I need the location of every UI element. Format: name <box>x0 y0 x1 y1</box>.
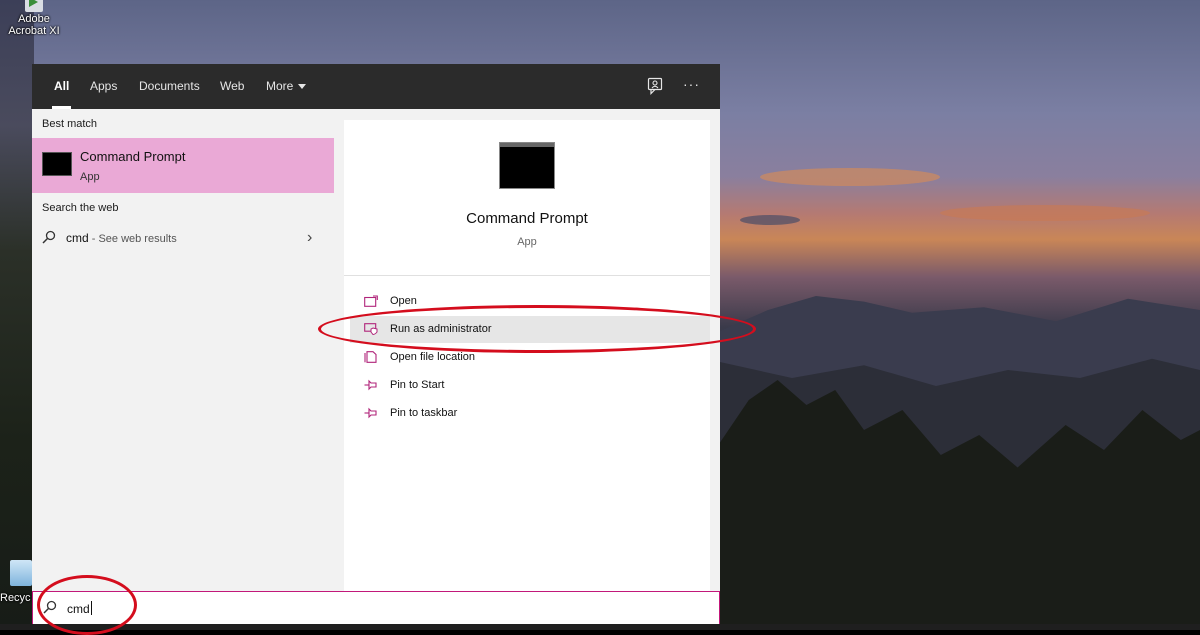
annotation-oval-run-as-administrator <box>318 305 756 353</box>
wallpaper-cloud <box>940 205 1150 221</box>
detail-subtitle: App <box>517 236 537 248</box>
file-location-icon <box>364 351 377 363</box>
tab-all[interactable]: All <box>51 64 72 109</box>
chevron-right-icon[interactable]: › <box>307 229 312 247</box>
wallpaper-cloud <box>760 168 940 186</box>
action-pin-to-taskbar[interactable]: Pin to taskbar <box>350 400 710 427</box>
feedback-icon[interactable] <box>647 77 663 95</box>
desktop-icon-acrobat[interactable]: Adobe Acrobat XI <box>4 0 64 37</box>
divider <box>344 275 710 276</box>
web-query-hint: - See web results <box>88 233 177 245</box>
pin-icon <box>364 379 377 391</box>
web-search-result[interactable]: cmd - See web results › <box>32 226 334 250</box>
action-label: Open file location <box>390 351 475 363</box>
chevron-down-icon <box>298 84 307 90</box>
pin-icon <box>364 407 377 419</box>
detail-pane: Command Prompt App Open Run as administr… <box>344 120 710 630</box>
recycle-bin-icon <box>10 560 32 586</box>
desktop-icon-label: Acrobat XI <box>8 25 60 37</box>
more-options-icon[interactable]: ··· <box>683 76 700 92</box>
action-pin-to-start[interactable]: Pin to Start <box>350 372 710 399</box>
detail-title: Command Prompt <box>466 210 588 227</box>
action-label: Open <box>390 295 417 307</box>
acrobat-icon <box>25 0 43 12</box>
desktop-wallpaper-left <box>0 0 34 630</box>
search-icon <box>42 230 56 244</box>
tab-web[interactable]: Web <box>220 64 244 109</box>
web-query-text: cmd <box>66 231 89 245</box>
start-menu-header: All Apps Documents Web More ··· <box>32 64 720 109</box>
taskbar <box>0 624 1200 630</box>
best-match-title: Command Prompt <box>80 149 186 164</box>
best-match-subtitle: App <box>80 171 100 183</box>
tab-documents[interactable]: Documents <box>139 64 200 109</box>
wallpaper-cloud <box>740 215 800 225</box>
web-query: cmd - See web results <box>66 231 177 245</box>
search-web-label: Search the web <box>42 202 119 214</box>
best-match-label: Best match <box>42 118 98 130</box>
tab-more[interactable]: More <box>266 64 307 109</box>
action-label: Pin to Start <box>390 379 445 391</box>
desktop-icon-label: Adobe <box>18 13 50 25</box>
annotation-oval-search <box>37 575 137 635</box>
action-label: Pin to taskbar <box>390 407 458 419</box>
command-prompt-large-icon <box>499 142 555 189</box>
tab-more-label: More <box>266 79 294 93</box>
best-match-command-prompt[interactable]: Command Prompt App <box>32 138 334 193</box>
tab-apps[interactable]: Apps <box>90 64 117 109</box>
open-icon <box>364 295 378 307</box>
command-prompt-icon <box>42 152 72 176</box>
